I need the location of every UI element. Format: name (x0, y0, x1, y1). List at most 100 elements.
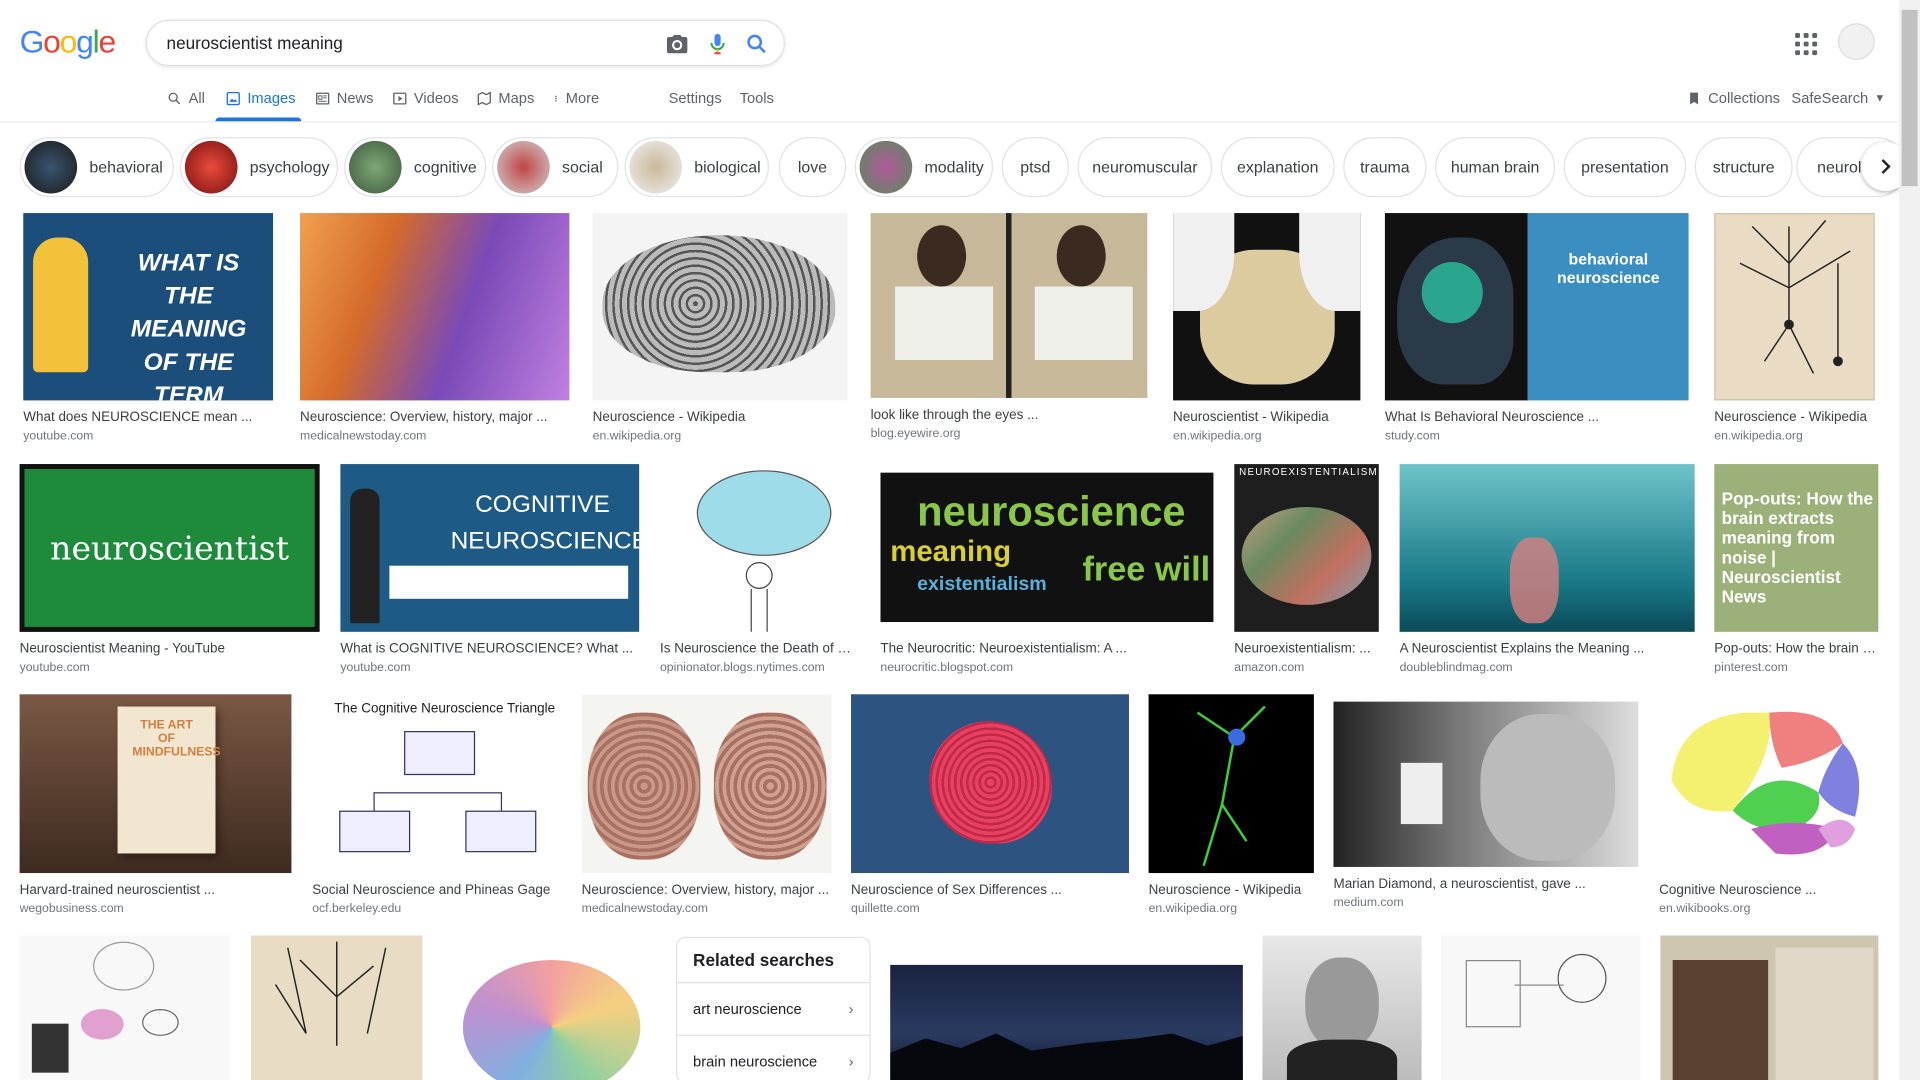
image-result[interactable]: Marian Diamond, a neuroscientist, gave .… (1333, 701, 1639, 910)
image-result[interactable]: Neuroscience - Wikipedia en.wikipedia.or… (592, 213, 848, 444)
image-result[interactable]: neuroscientist Neuroscientist Meaning - … (19, 464, 320, 675)
image-result[interactable]: Neuroscience: Overview, history, major .… (581, 694, 832, 916)
image-result[interactable]: Cognitive Neuroscience ... en.wikibooks.… (1659, 694, 1879, 916)
chip[interactable]: presentation (1563, 137, 1687, 198)
chip-label: psychology (249, 157, 330, 177)
google-logo[interactable]: Google (20, 23, 117, 61)
chip[interactable]: love (778, 137, 847, 198)
search-tabs: All Images News Videos Maps More Setting… (0, 76, 1898, 123)
image-result[interactable]: NEUROEXISTENTIALISM Neuroexistentialism:… (1234, 464, 1379, 675)
image-result[interactable] (1441, 935, 1641, 1080)
tab-tools[interactable]: Tools (740, 89, 774, 106)
chip[interactable]: cognitive (344, 137, 487, 198)
image-result[interactable]: Neuroscience of Sex Differences ... quil… (851, 694, 1129, 916)
chip[interactable]: structure (1694, 137, 1793, 198)
result-source: medicalnewstoday.com (581, 902, 709, 916)
result-caption: What is COGNITIVE NEUROSCIENCE? What ... (340, 641, 634, 657)
tab-more[interactable]: More (552, 89, 599, 107)
safesearch-label: SafeSearch (1791, 89, 1869, 107)
image-result[interactable]: look like through the eyes ... blog.eyew… (870, 213, 1148, 441)
image-result[interactable]: Pop-outs: How the brain extracts meaning… (1714, 464, 1879, 675)
result-thumbnail: NEUROEXISTENTIALISM (1234, 464, 1379, 632)
image-result[interactable]: Neuroscience - Wikipedia en.wikipedia.or… (1714, 213, 1875, 443)
caret-down-icon: ▼ (1874, 91, 1886, 105)
result-thumbnail (1441, 935, 1641, 1080)
result-caption: A Neuroscientist Explains the Meaning ..… (1399, 641, 1645, 657)
search-input[interactable] (166, 20, 632, 65)
chip[interactable]: trauma (1343, 137, 1427, 198)
chip-thumbnail (859, 140, 913, 194)
related-search-item[interactable]: brain neuroscience › (677, 1034, 870, 1080)
image-result[interactable]: The Cognitive Neuroscience Triangle Soci… (312, 694, 563, 916)
result-source: en.wikipedia.org (1148, 902, 1238, 916)
result-caption: Harvard-trained neuroscientist ... (19, 882, 215, 898)
result-source: en.wikipedia.org (592, 429, 682, 444)
result-thumbnail (581, 694, 832, 874)
result-thumbnail: COGNITIVE NEUROSCIENCE (340, 464, 640, 632)
image-result[interactable] (1660, 935, 1879, 1080)
tab-images[interactable]: Images (225, 89, 296, 107)
chip[interactable]: biological (624, 137, 769, 198)
safesearch-button[interactable]: SafeSearch ▼ (1791, 89, 1885, 106)
chip[interactable]: human brain (1435, 137, 1556, 198)
search-box[interactable] (145, 19, 785, 67)
result-source: medicalnewstoday.com (300, 429, 427, 444)
tab-news[interactable]: News (315, 89, 373, 107)
image-icon (226, 91, 240, 105)
tab-settings[interactable]: Settings (669, 89, 722, 106)
result-caption: Neuroscience - Wikipedia (592, 410, 746, 425)
chip-label: biological (694, 157, 761, 177)
chip[interactable]: social (492, 137, 619, 198)
image-result[interactable]: THE ART OF MINDFULNESS Harvard-trained n… (19, 694, 292, 916)
image-result[interactable] (19, 935, 231, 1080)
image-result[interactable]: COGNITIVE NEUROSCIENCE What is COGNITIVE… (340, 464, 640, 675)
collections-button[interactable]: Collections (1686, 89, 1780, 107)
tab-label: Videos (413, 89, 459, 107)
active-tab-indicator (215, 117, 302, 122)
chip-label: modality (924, 157, 984, 177)
result-thumbnail: THE ART OF MINDFULNESS (19, 694, 292, 874)
result-caption: Neuroscience - Wikipedia (1148, 882, 1302, 898)
image-result[interactable]: A Neuroscientist Explains the Meaning ..… (1399, 464, 1695, 675)
scrollbar-thumb[interactable] (1901, 9, 1918, 187)
image-result[interactable] (1262, 935, 1422, 1080)
result-thumbnail (1659, 694, 1879, 874)
result-thumbnail (444, 935, 657, 1080)
image-result[interactable]: behavioral neuroscience What Is Behavior… (1384, 213, 1689, 443)
image-result[interactable]: Neuroscience - Wikipedia en.wikipedia.or… (1148, 694, 1314, 916)
search-icon (168, 91, 181, 104)
chip[interactable]: neuromuscular (1077, 137, 1213, 198)
image-result[interactable]: neuroscience meaning free will existenti… (880, 464, 1214, 675)
related-chips: behavioral psychology cognitive social b… (19, 137, 1906, 198)
result-caption: What Is Behavioral Neuroscience ... (1384, 410, 1600, 425)
image-result[interactable] (890, 964, 1243, 1080)
image-result[interactable]: WHAT IS THE MEANING OF THE TERM neurosci… (23, 213, 274, 443)
microphone-icon[interactable] (705, 32, 729, 56)
related-search-item[interactable]: art neuroscience › (677, 982, 870, 1035)
tab-videos[interactable]: Videos (392, 89, 459, 107)
result-caption: Marian Diamond, a neuroscientist, gave .… (1333, 876, 1586, 892)
chip[interactable]: explanation (1220, 137, 1335, 198)
result-caption: look like through the eyes ... (870, 407, 1039, 423)
chip[interactable]: ptsd (1001, 137, 1069, 198)
result-thumbnail: Pop-outs: How the brain extracts meaning… (1714, 464, 1879, 632)
tab-all[interactable]: All (167, 89, 205, 107)
apps-grid-icon[interactable] (1795, 33, 1818, 56)
tab-maps[interactable]: Maps (476, 89, 534, 107)
search-icon[interactable] (744, 32, 768, 56)
chevron-right-icon (1881, 159, 1891, 174)
more-vert-icon (555, 95, 557, 101)
image-result[interactable]: Neuroscience: Overview, history, major .… (300, 213, 570, 444)
image-result[interactable]: Neuroscientist - Wikipedia en.wikipedia.… (1173, 213, 1361, 443)
image-result[interactable] (251, 935, 423, 1080)
chip-thumbnail (497, 140, 550, 194)
image-result[interactable] (444, 935, 657, 1080)
chip[interactable]: modality (854, 137, 994, 198)
result-source: youtube.com (19, 661, 90, 675)
account-avatar[interactable] (1837, 23, 1875, 61)
chip[interactable]: psychology (180, 137, 338, 198)
chip[interactable]: behavioral (19, 137, 174, 198)
thumbnail-text: WHAT IS THE MEANING OF THE TERM neurosci… (130, 249, 247, 401)
camera-icon[interactable] (665, 32, 689, 56)
image-result[interactable]: Is Neuroscience the Death of Fr... opini… (660, 464, 859, 675)
